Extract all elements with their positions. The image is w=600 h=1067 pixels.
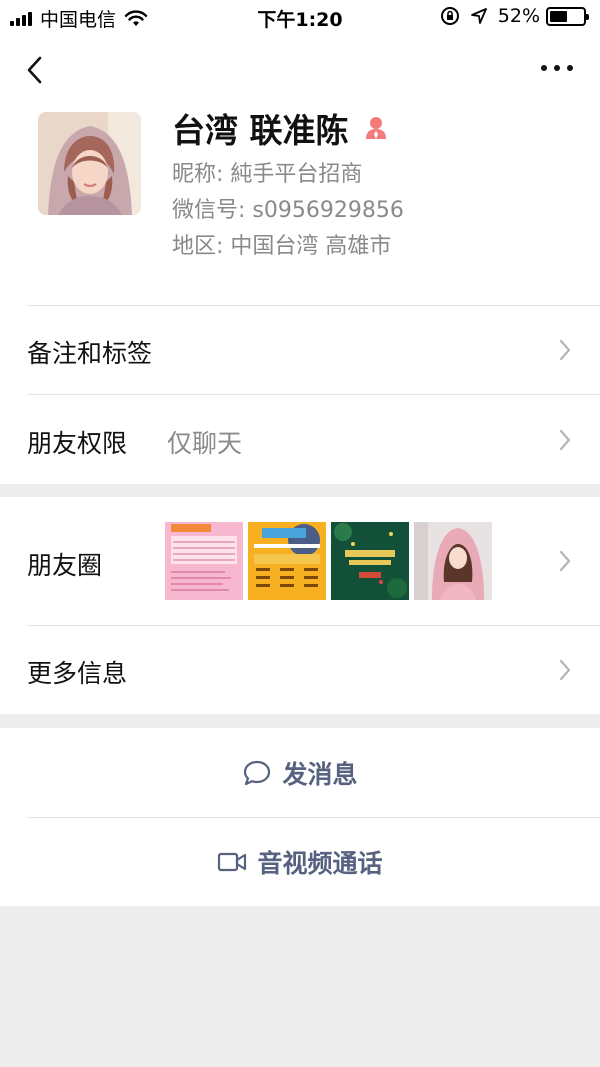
gender-female-icon	[365, 117, 386, 139]
contact-name: 台湾 联准陈	[172, 111, 349, 150]
battery-percent: 52%	[497, 5, 540, 27]
remark-tags-row[interactable]: 备注和标签	[0, 305, 600, 394]
more-info-row[interactable]: 更多信息	[0, 625, 600, 714]
remark-tags-label: 备注和标签	[27, 339, 153, 368]
moments-row[interactable]: 朋友圈	[0, 497, 600, 625]
more-info-label: 更多信息	[27, 659, 128, 688]
moments-label: 朋友圈	[27, 551, 103, 580]
moments-thumb-green-flyer	[331, 522, 409, 600]
moments-thumb-pink-flyer	[165, 522, 243, 600]
video-camera-icon	[218, 852, 247, 871]
avatar[interactable]	[38, 112, 141, 215]
chevron-right-icon	[559, 550, 571, 572]
friend-permission-label: 朋友权限	[27, 429, 128, 458]
send-message-label: 发消息	[282, 759, 358, 789]
location-arrow-icon	[470, 8, 487, 24]
region-text: 地区: 中国台湾 高雄市	[172, 234, 392, 259]
lock-rotation-icon	[440, 7, 459, 25]
chevron-right-icon	[559, 339, 571, 361]
wechat-id-text: 微信号: s0956929856	[172, 198, 404, 223]
friend-permission-row[interactable]: 朋友权限 仅聊天	[0, 394, 600, 484]
nickname-text: 昵称: 純手平台招商	[172, 162, 363, 187]
status-bar: 中国电信 下午1:20 52%	[0, 0, 600, 34]
more-dots-icon[interactable]	[540, 62, 574, 74]
chat-bubble-icon	[244, 760, 271, 785]
moments-thumb-yellow-flyer	[248, 522, 326, 600]
friend-permission-value: 仅聊天	[167, 429, 243, 458]
chevron-right-icon	[559, 429, 571, 451]
video-call-button[interactable]: 音视频通话	[0, 817, 600, 906]
send-message-button[interactable]: 发消息	[0, 728, 600, 817]
video-call-label: 音视频通话	[257, 848, 383, 878]
back-arrow-icon[interactable]	[22, 52, 50, 88]
battery-icon	[546, 6, 589, 26]
moments-thumb-photo	[414, 522, 492, 600]
chevron-right-icon	[559, 659, 571, 681]
